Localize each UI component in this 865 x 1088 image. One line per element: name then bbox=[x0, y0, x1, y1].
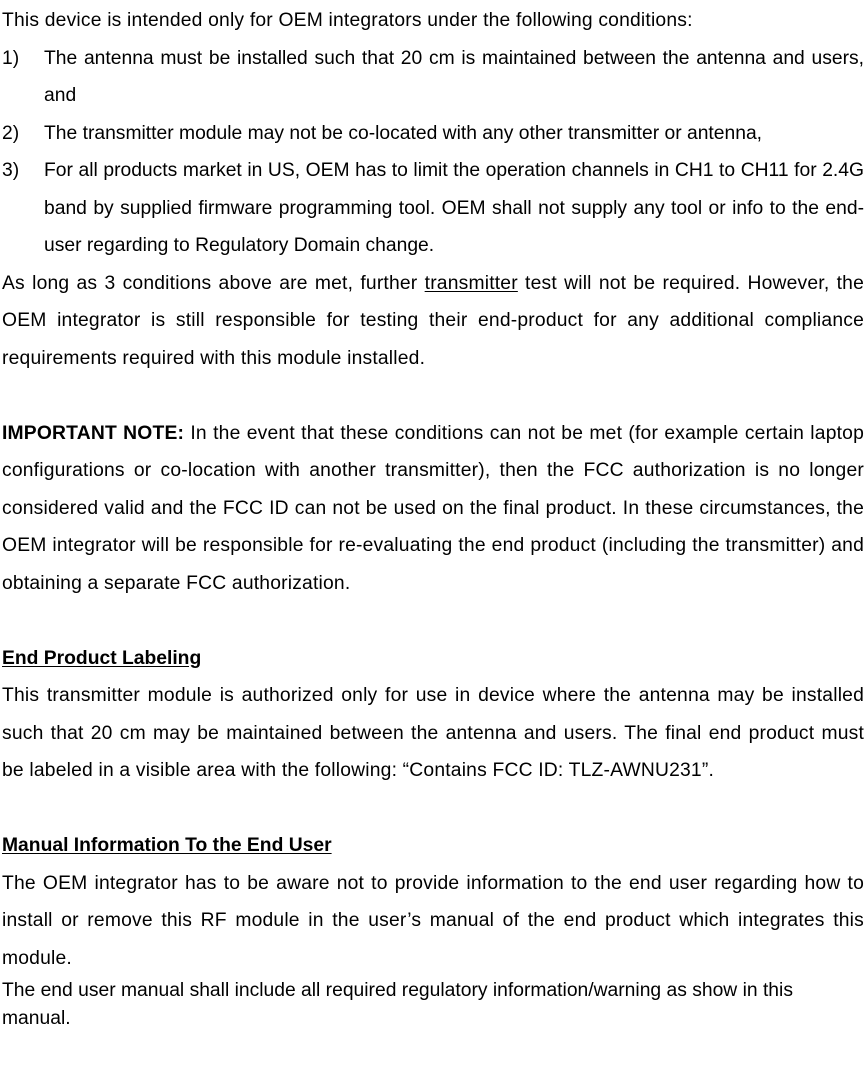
condition-marker-1: 1) bbox=[2, 47, 20, 69]
important-note-text: In the event that these conditions can n… bbox=[2, 422, 864, 594]
conditions-summary-before: As long as 3 conditions above are met, f… bbox=[2, 272, 425, 294]
condition-marker-2: 2) bbox=[2, 122, 20, 144]
conditions-list: 1) The antenna must be installed such th… bbox=[2, 40, 864, 265]
condition-text-3: For all products market in US, OEM has t… bbox=[44, 160, 864, 256]
end-product-labeling-body: This transmitter module is authorized on… bbox=[2, 685, 864, 781]
conditions-summary-underlined-word: transmitter bbox=[424, 272, 518, 294]
end-product-labeling-heading-text: End Product Labeling bbox=[2, 647, 202, 669]
conditions-summary-paragraph: As long as 3 conditions above are met, f… bbox=[2, 265, 864, 378]
important-note-paragraph: IMPORTANT NOTE: In the event that these … bbox=[2, 415, 864, 603]
spacer-before-manual-information bbox=[2, 790, 864, 828]
end-product-labeling-heading: End Product Labeling bbox=[2, 640, 864, 678]
important-note-label: IMPORTANT NOTE: bbox=[2, 422, 185, 444]
spacer-before-end-product-labeling bbox=[2, 602, 864, 640]
condition-item-1: 1) The antenna must be installed such th… bbox=[2, 40, 864, 115]
condition-item-3: 3) For all products market in US, OEM ha… bbox=[2, 152, 864, 265]
manual-information-body: The OEM integrator has to be aware not t… bbox=[2, 872, 864, 969]
spacer-before-important-note bbox=[2, 377, 864, 415]
condition-marker-3: 3) bbox=[2, 160, 20, 181]
manual-information-heading-text: Manual Information To the End User bbox=[2, 835, 332, 856]
document-page: This device is intended only for OEM int… bbox=[0, 0, 865, 1088]
condition-item-2: 2) The transmitter module may not be co-… bbox=[2, 115, 864, 153]
condition-text-2: The transmitter module may not be co-loc… bbox=[44, 122, 763, 144]
manual-information-heading: Manual Information To the End User bbox=[2, 827, 864, 865]
manual-information-body-secondary: The end user manual shall include all re… bbox=[2, 980, 793, 1029]
condition-text-1: The antenna must be installed such that … bbox=[44, 47, 864, 107]
intro-paragraph: This device is intended only for OEM int… bbox=[2, 10, 693, 31]
